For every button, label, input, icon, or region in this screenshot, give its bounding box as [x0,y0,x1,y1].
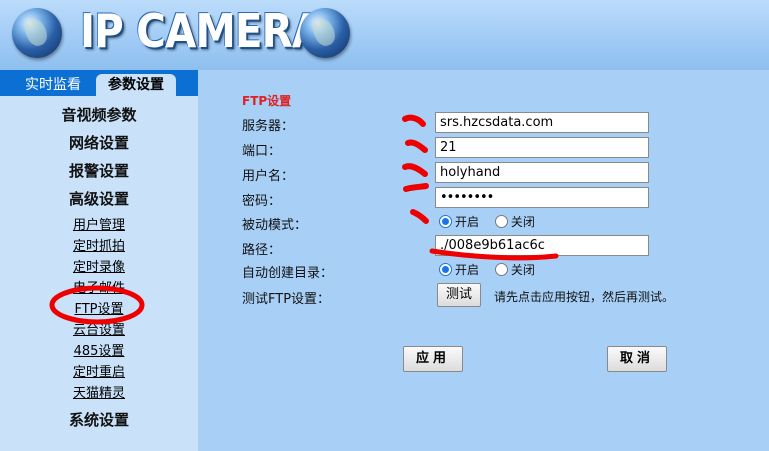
auto-create-on-radio[interactable] [439,263,452,276]
sidebar-item-user-management[interactable]: 用户管理 [0,214,198,233]
sidebar-item-scheduled-snapshot[interactable]: 定时抓拍 [0,235,198,254]
sidebar-item-email[interactable]: 电子邮件 [0,277,198,296]
section-title: FTP设置 [242,94,292,108]
username-label: 用户名： [242,169,295,184]
sidebar-group-system[interactable]: 系统设置 [0,409,198,430]
auto-create-off-radio[interactable] [494,263,508,276]
passive-on-label: 开启 [455,215,480,229]
sidebar-group-advanced[interactable]: 高级设置 [0,188,198,209]
auto-create-on-label: 开启 [455,263,480,277]
sidebar-group-alarm[interactable]: 报警设置 [0,160,198,181]
logo-text: IP CAMERA [80,4,323,58]
passive-on-radio[interactable] [439,215,452,228]
header-banner: IP CAMERA [0,0,769,70]
apply-button[interactable]: 应用 [403,346,463,372]
sidebar-group-av-params[interactable]: 音视频参数 [0,104,198,125]
auto-create-dir-radio-group: 开启 关闭 [439,261,547,279]
passive-mode-label: 被动模式： [242,218,308,233]
sidebar-item-tmall-genie[interactable]: 天猫精灵 [0,382,198,401]
sidebar-item-rs485[interactable]: 485设置 [0,340,198,359]
tab-settings[interactable]: 参数设置 [96,74,176,96]
password-label: 密码： [242,194,282,209]
sidebar-item-scheduled-reboot[interactable]: 定时重启 [0,361,198,380]
test-ftp-label: 测试FTP设置： [242,292,331,307]
auto-create-off-label: 关闭 [510,263,535,277]
globe-icon [12,8,62,58]
sidebar-group-network[interactable]: 网络设置 [0,132,198,153]
globe-icon [300,8,350,58]
port-label: 端口： [242,144,282,159]
password-input[interactable]: •••••••• [435,187,649,208]
passive-mode-radio-group: 开启 关闭 [439,213,547,231]
test-hint-text: 请先点击应用按钮，然后再测试。 [494,290,675,304]
tab-bar: 实时监看 参数设置 [0,70,198,96]
sidebar-item-scheduled-recording[interactable]: 定时录像 [0,256,198,275]
sidebar: 实时监看 参数设置 音视频参数 网络设置 报警设置 高级设置 用户管理 定时抓拍… [0,70,198,451]
username-input[interactable]: holyhand [435,162,649,183]
auto-create-dir-label: 自动创建目录： [242,266,334,281]
tab-live-view[interactable]: 实时监看 [14,74,92,96]
sidebar-item-ftp[interactable]: FTP设置 [0,298,198,317]
port-input[interactable]: 21 [435,137,649,158]
passive-off-label: 关闭 [510,215,535,229]
passive-off-radio[interactable] [494,215,508,228]
path-input[interactable]: ./008e9b61ac6c [435,235,649,256]
server-input[interactable]: srs.hzcsdata.com [435,112,649,133]
test-button[interactable]: 测试 [437,283,481,307]
ftp-settings-panel: FTP设置 服务器： srs.hzcsdata.com 端口： 21 用户名： … [198,70,769,451]
server-label: 服务器： [242,119,295,134]
sidebar-item-ptz[interactable]: 云台设置 [0,319,198,338]
path-label: 路径： [242,243,282,258]
cancel-button[interactable]: 取消 [607,346,667,372]
